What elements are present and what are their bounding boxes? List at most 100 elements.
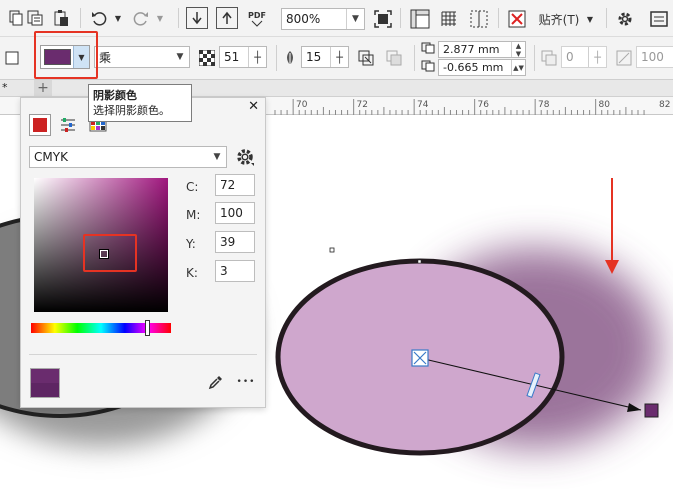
offset-y-icon (420, 59, 436, 73)
property-bar: ▼ 乘 ▼ 51 ┼ 15 ┼ 2.877 mm ▲ ▼ -0.665 mm ▲▼ (0, 37, 673, 80)
shadow-color-tooltip: 阴影颜色 选择阴影颜色。 (88, 84, 192, 122)
shadow-feather-input[interactable]: 15 ┼ (301, 46, 349, 68)
undo-dropdown-icon[interactable]: ▼ (112, 6, 124, 30)
standard-toolbar: ▼ ▼ PDF 800% ▼ 贴齐(T) ▼ (0, 0, 673, 37)
m-label: M: (186, 208, 201, 222)
color-options-gear-icon[interactable] (233, 145, 257, 169)
ruler-tick-label: 72 (357, 100, 368, 110)
offset-x-icon (420, 41, 436, 55)
offset-y-value: -0.665 mm (443, 61, 504, 74)
shadow-preset-icon[interactable] (2, 46, 22, 70)
offset-x-value: 2.877 mm (443, 43, 500, 56)
options-gear-icon[interactable] (614, 7, 636, 31)
popup-close-button[interactable]: ✕ (248, 99, 259, 114)
ellipsis-label: ••• (236, 377, 256, 387)
shadow-offset-y-input[interactable]: -0.665 mm ▲▼ (438, 59, 526, 76)
shadow-stretch-input[interactable]: 100 (636, 46, 673, 68)
selection-handle[interactable] (329, 247, 335, 253)
paste-icon[interactable] (50, 6, 72, 30)
show-grid-icon[interactable] (438, 7, 460, 31)
shadow-offset-x-input[interactable]: 2.877 mm ▲ ▼ (438, 41, 526, 58)
zoom-level-select[interactable]: 800% ▼ (281, 8, 365, 30)
shadow-fade-icon (539, 46, 559, 70)
new-tab-button[interactable]: + (34, 80, 52, 96)
shadow-color-popup: ✕ CMYK ▼ C: 72 M: 100 Y: 39 K: 3 ••• (20, 97, 266, 408)
document-tab-modified[interactable]: * (2, 81, 8, 94)
import-icon[interactable] (186, 7, 208, 29)
feather-direction-icon[interactable] (356, 46, 376, 70)
snap-dropdown-icon[interactable]: ▼ (584, 7, 596, 31)
hue-slider-handle[interactable] (145, 320, 150, 336)
ruler-tick-label: 80 (599, 100, 611, 110)
feather-icon (282, 46, 298, 70)
snap-to-label: 贴齐(T) (538, 12, 580, 27)
copy-properties-icon[interactable] (24, 6, 46, 30)
yellow-value: 39 (220, 235, 236, 249)
cyan-input[interactable]: 72 (215, 174, 255, 196)
plus-icon: + (37, 80, 49, 96)
ruler-tick-label: 76 (478, 100, 490, 110)
more-options-icon[interactable]: ••• (231, 370, 261, 394)
merge-mode-select[interactable]: 乘 ▼ (94, 46, 190, 68)
color-sliders-tab[interactable] (59, 116, 79, 136)
opacity-value: 51 (224, 50, 240, 64)
publish-pdf-icon[interactable]: PDF (246, 7, 268, 31)
show-rulers-icon[interactable] (408, 7, 432, 31)
snap-to-menu[interactable]: 贴齐(T) (536, 7, 582, 31)
ellipse-node[interactable] (417, 259, 422, 264)
offset-y-spinner[interactable]: ▲▼ (511, 60, 525, 75)
shadow-end-handle[interactable] (644, 403, 659, 418)
shadow-fade-input[interactable]: 0 ┼ (561, 46, 607, 68)
stretch-value: 100 (641, 50, 664, 64)
highlight-color-cursor-box (83, 234, 137, 272)
horizontal-ruler[interactable]: 70 72 74 76 78 80 82 (266, 97, 673, 115)
application-launcher-icon[interactable] (648, 7, 670, 31)
shadow-opacity-input[interactable]: 51 ┼ (219, 46, 267, 68)
chevron-down-icon: ▼ (213, 152, 221, 162)
show-guidelines-icon[interactable] (468, 7, 490, 31)
ruler-tick-label: 82 (659, 100, 670, 110)
full-screen-icon[interactable] (372, 7, 394, 31)
ruler-tick-label: 78 (538, 100, 550, 110)
merge-mode-value: 乘 (99, 50, 112, 65)
color-model-value: CMYK (34, 150, 68, 164)
zoom-value: 800% (286, 12, 321, 26)
ruler-tick-label: 74 (417, 100, 429, 110)
close-icon: ✕ (248, 99, 259, 114)
yellow-input[interactable]: 39 (215, 231, 255, 253)
snap-off-icon[interactable] (506, 7, 528, 31)
opacity-checker-icon (198, 46, 216, 70)
color-eyedrop-swatch (33, 118, 47, 132)
black-value: 3 (220, 264, 228, 278)
color-model-select[interactable]: CMYK ▼ (29, 146, 227, 168)
highlight-shadow-color-box (34, 31, 98, 79)
color-viewer-tab[interactable] (29, 114, 51, 136)
feather-edges-icon[interactable] (384, 46, 404, 70)
ruler-tick-label: 70 (296, 100, 308, 110)
slider-icon[interactable]: ┼ (588, 47, 606, 67)
ruler-left-strip (0, 97, 20, 115)
eyedropper-icon[interactable] (205, 370, 227, 394)
k-label: K: (186, 266, 198, 280)
fade-value: 0 (566, 50, 574, 64)
black-input[interactable]: 3 (215, 260, 255, 282)
slider-icon[interactable]: ┼ (248, 47, 266, 67)
feather-value: 15 (306, 50, 322, 64)
shadow-stretch-icon (614, 46, 634, 70)
slider-icon[interactable]: ┼ (330, 47, 348, 67)
chevron-down-icon: ▼ (346, 9, 364, 29)
copy-icon[interactable] (4, 6, 26, 30)
c-label: C: (186, 180, 199, 194)
offset-x-spinner[interactable]: ▲ ▼ (511, 42, 525, 58)
magenta-input[interactable]: 100 (215, 202, 255, 224)
chevron-down-icon: ▼ (176, 52, 184, 62)
redo-dropdown-icon[interactable]: ▼ (154, 6, 166, 30)
export-icon[interactable] (216, 7, 238, 29)
hue-slider[interactable] (31, 323, 171, 333)
redo-icon[interactable] (130, 6, 152, 30)
pdf-label: PDF (248, 10, 266, 20)
magenta-value: 100 (220, 206, 243, 220)
tooltip-title: 阴影颜色 (93, 89, 137, 102)
cyan-value: 72 (220, 178, 236, 192)
undo-icon[interactable] (88, 6, 110, 30)
